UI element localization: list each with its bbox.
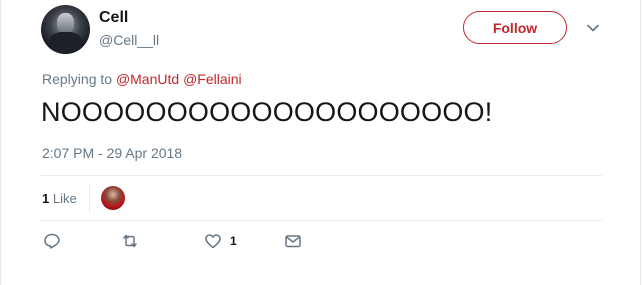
user-avatar[interactable]: [41, 5, 90, 54]
avatar-body: [49, 32, 82, 54]
stats-separator: [89, 183, 90, 213]
replying-to: Replying to @ManUtd @Fellaini: [42, 71, 242, 87]
envelope-icon: [285, 235, 301, 248]
likes-stat[interactable]: 1 Like: [42, 191, 77, 206]
liker-avatar[interactable]: [101, 186, 125, 210]
likes-number: 1: [42, 191, 50, 206]
heart-icon: [205, 234, 221, 249]
retweet-icon: [123, 234, 137, 248]
mention-link-manutd[interactable]: @ManUtd: [116, 71, 179, 87]
direct-message-button[interactable]: [284, 232, 302, 250]
user-handle[interactable]: @Cell__ll: [99, 32, 159, 48]
replying-prefix: Replying to: [42, 71, 113, 87]
reply-icon: [44, 233, 60, 249]
reply-button[interactable]: [43, 232, 61, 250]
tweet-text: NOOOOOOOOOOOOOOOOOOOO!: [41, 97, 493, 127]
tweet-timestamp[interactable]: 2:07 PM - 29 Apr 2018: [42, 145, 182, 161]
like-button[interactable]: 1: [204, 232, 237, 250]
mention-link-fellaini[interactable]: @Fellaini: [183, 71, 242, 87]
likes-label: Like: [52, 191, 77, 206]
like-count: 1: [230, 234, 237, 248]
chevron-down-icon[interactable]: [585, 20, 601, 36]
retweet-button[interactable]: [121, 232, 139, 250]
user-display-name[interactable]: Cell: [99, 9, 128, 27]
tweet-actions: 1: [41, 232, 341, 256]
follow-button[interactable]: Follow: [463, 11, 567, 44]
avatar-face: [57, 13, 74, 33]
divider-bottom: [41, 220, 602, 221]
tweet-card: Cell @Cell__ll Follow Replying to @ManUt…: [0, 0, 641, 285]
tweet-stats: 1 Like: [41, 176, 602, 220]
